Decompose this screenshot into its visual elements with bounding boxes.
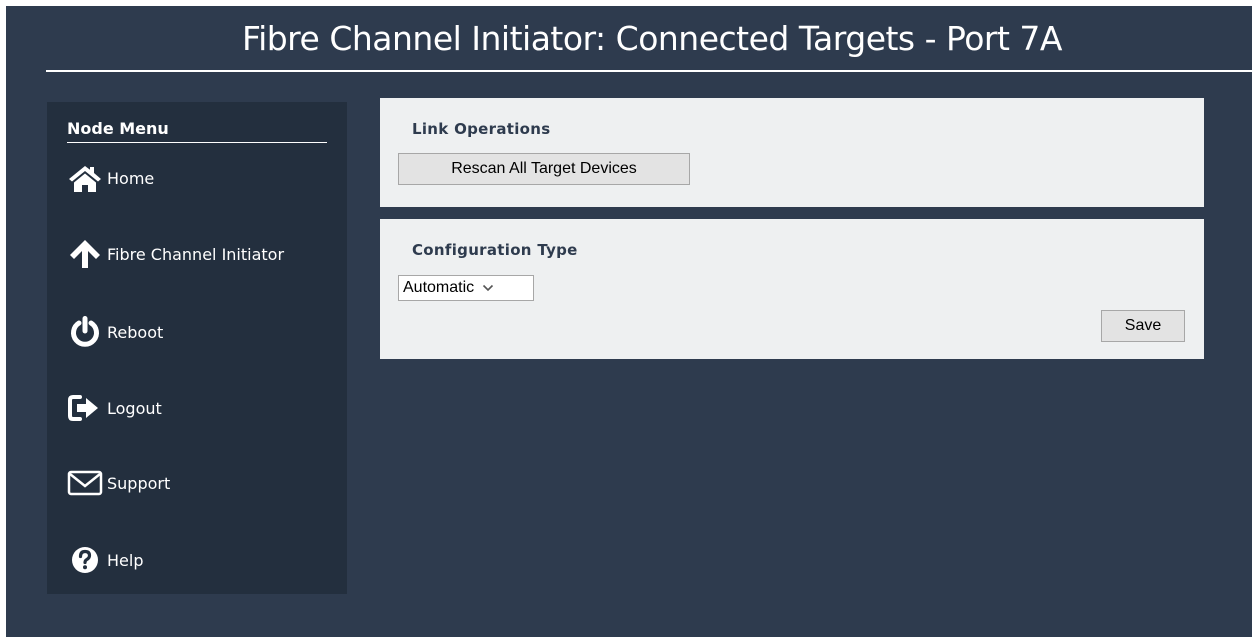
- sidebar-item-label: Home: [107, 168, 155, 188]
- app-window: Fibre Channel Initiator: Connected Targe…: [6, 6, 1252, 637]
- rescan-all-targets-button[interactable]: Rescan All Target Devices: [398, 153, 690, 185]
- configuration-type-selected-value: Automatic: [403, 279, 475, 296]
- page-title: Fibre Channel Initiator: Connected Targe…: [241, 19, 1063, 58]
- configuration-type-panel: Configuration Type Automatic Save: [380, 219, 1204, 359]
- sidebar-item-support[interactable]: Support: [67, 465, 170, 501]
- sidebar-item-label: Fibre Channel Initiator: [107, 244, 285, 264]
- home-icon: [67, 160, 103, 196]
- logout-icon: [67, 390, 103, 426]
- sidebar-item-reboot[interactable]: Reboot: [67, 314, 163, 350]
- sidebar-item-home[interactable]: Home: [67, 160, 154, 196]
- sidebar-item-label: Help: [107, 550, 144, 570]
- node-menu-heading: Node Menu: [67, 119, 169, 138]
- arrow-up-icon: [67, 236, 103, 272]
- envelope-icon: [67, 465, 103, 501]
- node-menu: Node Menu Home Fibre Channel Initiator R…: [47, 102, 347, 594]
- link-operations-heading: Link Operations: [412, 120, 551, 138]
- title-divider: [46, 70, 1252, 72]
- sidebar-item-label: Logout: [107, 398, 162, 418]
- sidebar-item-logout[interactable]: Logout: [67, 390, 162, 426]
- configuration-type-select[interactable]: Automatic: [398, 275, 534, 301]
- sidebar-item-label: Support: [107, 473, 171, 493]
- sidebar-item-fibre-channel-initiator[interactable]: Fibre Channel Initiator: [67, 236, 284, 272]
- sidebar-item-help[interactable]: Help: [67, 542, 143, 578]
- configuration-type-heading: Configuration Type: [412, 241, 578, 259]
- link-operations-panel: Link Operations Rescan All Target Device…: [380, 98, 1204, 207]
- chevron-down-icon: [482, 284, 494, 292]
- power-icon: [67, 314, 103, 350]
- sidebar-item-label: Reboot: [107, 322, 164, 342]
- help-icon: [67, 542, 103, 578]
- node-menu-divider: [67, 142, 327, 143]
- save-button[interactable]: Save: [1101, 310, 1185, 342]
